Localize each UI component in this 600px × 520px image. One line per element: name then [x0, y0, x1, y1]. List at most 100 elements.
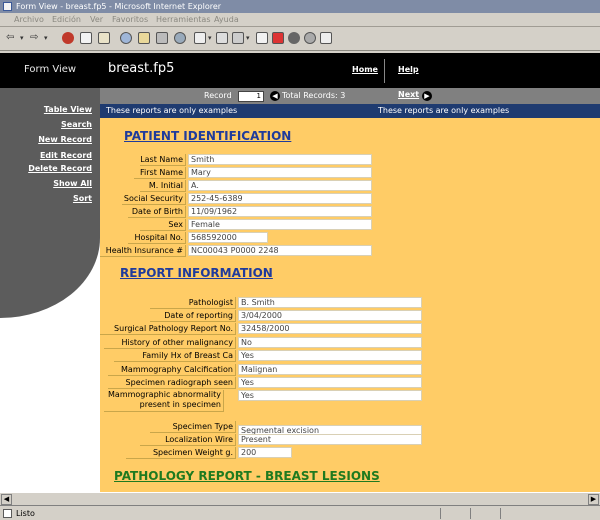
family-history-field[interactable]: Yes [238, 350, 422, 361]
localization-wire-label: Localization Wire [140, 434, 236, 446]
record-navigation-bar: Record 1 ◀ Total Records: 3 Next ▶ [100, 88, 600, 104]
sidebar-sort-link[interactable]: Sort [73, 194, 92, 203]
specimen-weight-field[interactable]: 200 [238, 447, 292, 458]
menu-favoritos[interactable]: Favoritos [112, 15, 148, 24]
date-of-reporting-label: Date of reporting [150, 310, 236, 322]
sidebar-edit-record-link[interactable]: Edit Record [40, 151, 92, 160]
first-name-field[interactable]: Mary [188, 167, 372, 178]
refresh-icon[interactable] [80, 32, 92, 44]
discuss-icon[interactable] [256, 32, 268, 44]
history-icon[interactable] [156, 32, 168, 44]
localization-wire-field[interactable]: Present [238, 434, 422, 445]
middle-initial-label: M. Initial [140, 180, 186, 192]
research-icon[interactable] [272, 32, 284, 44]
social-security-field[interactable]: 252-45-6389 [188, 193, 372, 204]
health-insurance-field[interactable]: NC00043 P0000 2248 [188, 245, 372, 256]
hospital-number-label: Hospital No. [128, 232, 186, 244]
menu-herramientas[interactable]: Herramientas [156, 15, 211, 24]
mammography-calcification-field[interactable]: Malignan [238, 364, 422, 375]
date-of-birth-field[interactable]: 11/09/1962 [188, 206, 372, 217]
window-titlebar: Form View - breast.fp5 - Microsoft Inter… [0, 0, 600, 13]
file-title: breast.fp5 [108, 61, 175, 76]
next-record-link[interactable]: Next [398, 90, 419, 99]
previous-record-icon[interactable]: ◀ [270, 91, 280, 101]
specimen-type-label: Specimen Type [150, 421, 236, 433]
menu-ayuda[interactable]: Ayuda [214, 15, 239, 24]
app-header: Form View breast.fp5 Home Help [0, 53, 600, 88]
record-number-input[interactable]: 1 [238, 91, 264, 102]
date-of-reporting-field[interactable]: 3/04/2000 [238, 310, 422, 321]
menu-edicion[interactable]: Edición [52, 15, 81, 24]
menu-archivo[interactable]: Archivo [14, 15, 44, 24]
horizontal-scrollbar[interactable]: ◀ ▶ [0, 492, 600, 505]
specimen-radiograph-label: Specimen radiograph seen [108, 377, 236, 389]
notice-bar: These reports are only examples These re… [100, 104, 600, 118]
sidebar-delete-record-link[interactable]: Delete Record [28, 164, 92, 173]
social-security-label: Social Security [122, 193, 186, 205]
last-name-field[interactable]: Smith [188, 154, 372, 165]
sex-field[interactable]: Female [188, 219, 372, 230]
favorites-icon[interactable] [138, 32, 150, 44]
history-other-malignancy-field[interactable]: No [238, 337, 422, 348]
forward-dropdown-icon[interactable]: ▾ [44, 31, 48, 45]
window-title: Form View - breast.fp5 - Microsoft Inter… [16, 2, 222, 11]
report-information-title: REPORT INFORMATION [120, 266, 273, 280]
family-history-label: Family Hx of Breast Ca [114, 350, 236, 362]
hospital-number-field[interactable]: 568592000 [188, 232, 268, 243]
record-label: Record [204, 91, 232, 100]
sex-label: Sex [140, 219, 186, 231]
forward-icon[interactable]: ⇨ [30, 31, 38, 45]
first-name-label: First Name [134, 167, 186, 179]
history-other-malignancy-label: History of other malignancy [104, 337, 236, 349]
next-record-icon[interactable]: ▶ [422, 91, 432, 101]
notice-right: These reports are only examples [378, 106, 510, 115]
specimen-weight-label: Specimen Weight g. [126, 447, 236, 459]
notice-left: These reports are only examples [106, 106, 238, 115]
pathologist-label: Pathologist [150, 297, 236, 309]
home-link[interactable]: Home [352, 65, 378, 74]
mail-icon[interactable] [194, 32, 206, 44]
media-icon[interactable] [174, 32, 186, 44]
scroll-right-icon[interactable]: ▶ [588, 494, 599, 505]
tools-icon[interactable] [304, 32, 316, 44]
total-records-label: Total Records: 3 [282, 91, 346, 100]
form-view-label: Form View [24, 64, 77, 75]
help-link[interactable]: Help [398, 65, 419, 74]
pathologist-field[interactable]: B. Smith [238, 297, 422, 308]
sidebar-table-view-link[interactable]: Table View [44, 105, 92, 114]
sidebar-new-record-link[interactable]: New Record [38, 135, 92, 144]
date-of-birth-label: Date of Birth [128, 206, 186, 218]
menu-ver[interactable]: Ver [90, 15, 103, 24]
health-insurance-label: Health Insurance # [100, 245, 186, 257]
messenger-icon[interactable] [288, 32, 300, 44]
specimen-radiograph-field[interactable]: Yes [238, 377, 422, 388]
stop-icon[interactable] [62, 32, 74, 44]
back-dropdown-icon[interactable]: ▾ [20, 31, 24, 45]
surgical-pathology-report-label: Surgical Pathology Report No. [100, 323, 236, 335]
status-bar: Listo [0, 505, 600, 520]
mail-dropdown-icon[interactable]: ▾ [208, 31, 212, 45]
mammography-calcification-label: Mammography Calcification [108, 364, 236, 376]
user-icon[interactable] [320, 32, 332, 44]
patient-identification-title: PATIENT IDENTIFICATION [124, 129, 292, 143]
sidebar-show-all-link[interactable]: Show All [53, 179, 92, 188]
home-icon[interactable] [98, 32, 110, 44]
middle-initial-field[interactable]: A. [188, 180, 372, 191]
status-text: Listo [16, 509, 35, 518]
edit-icon[interactable] [232, 32, 244, 44]
search-icon[interactable] [120, 32, 132, 44]
sidebar-search-link[interactable]: Search [61, 120, 92, 129]
page-status-icon [3, 509, 12, 518]
status-separator [440, 508, 441, 519]
status-separator [500, 508, 501, 519]
pathology-report-title: PATHOLOGY REPORT - BREAST LESIONS [114, 469, 380, 483]
ie-icon [3, 2, 12, 11]
back-icon[interactable]: ⇦ [6, 31, 14, 45]
edit-dropdown-icon[interactable]: ▾ [246, 31, 250, 45]
menu-bar: Archivo Edición Ver Favoritos Herramient… [0, 13, 600, 27]
mammographic-abnormality-field[interactable]: Yes [238, 390, 422, 401]
header-divider [384, 59, 385, 83]
print-icon[interactable] [216, 32, 228, 44]
surgical-pathology-report-field[interactable]: 32458/2000 [238, 323, 422, 334]
scroll-left-icon[interactable]: ◀ [1, 494, 12, 505]
